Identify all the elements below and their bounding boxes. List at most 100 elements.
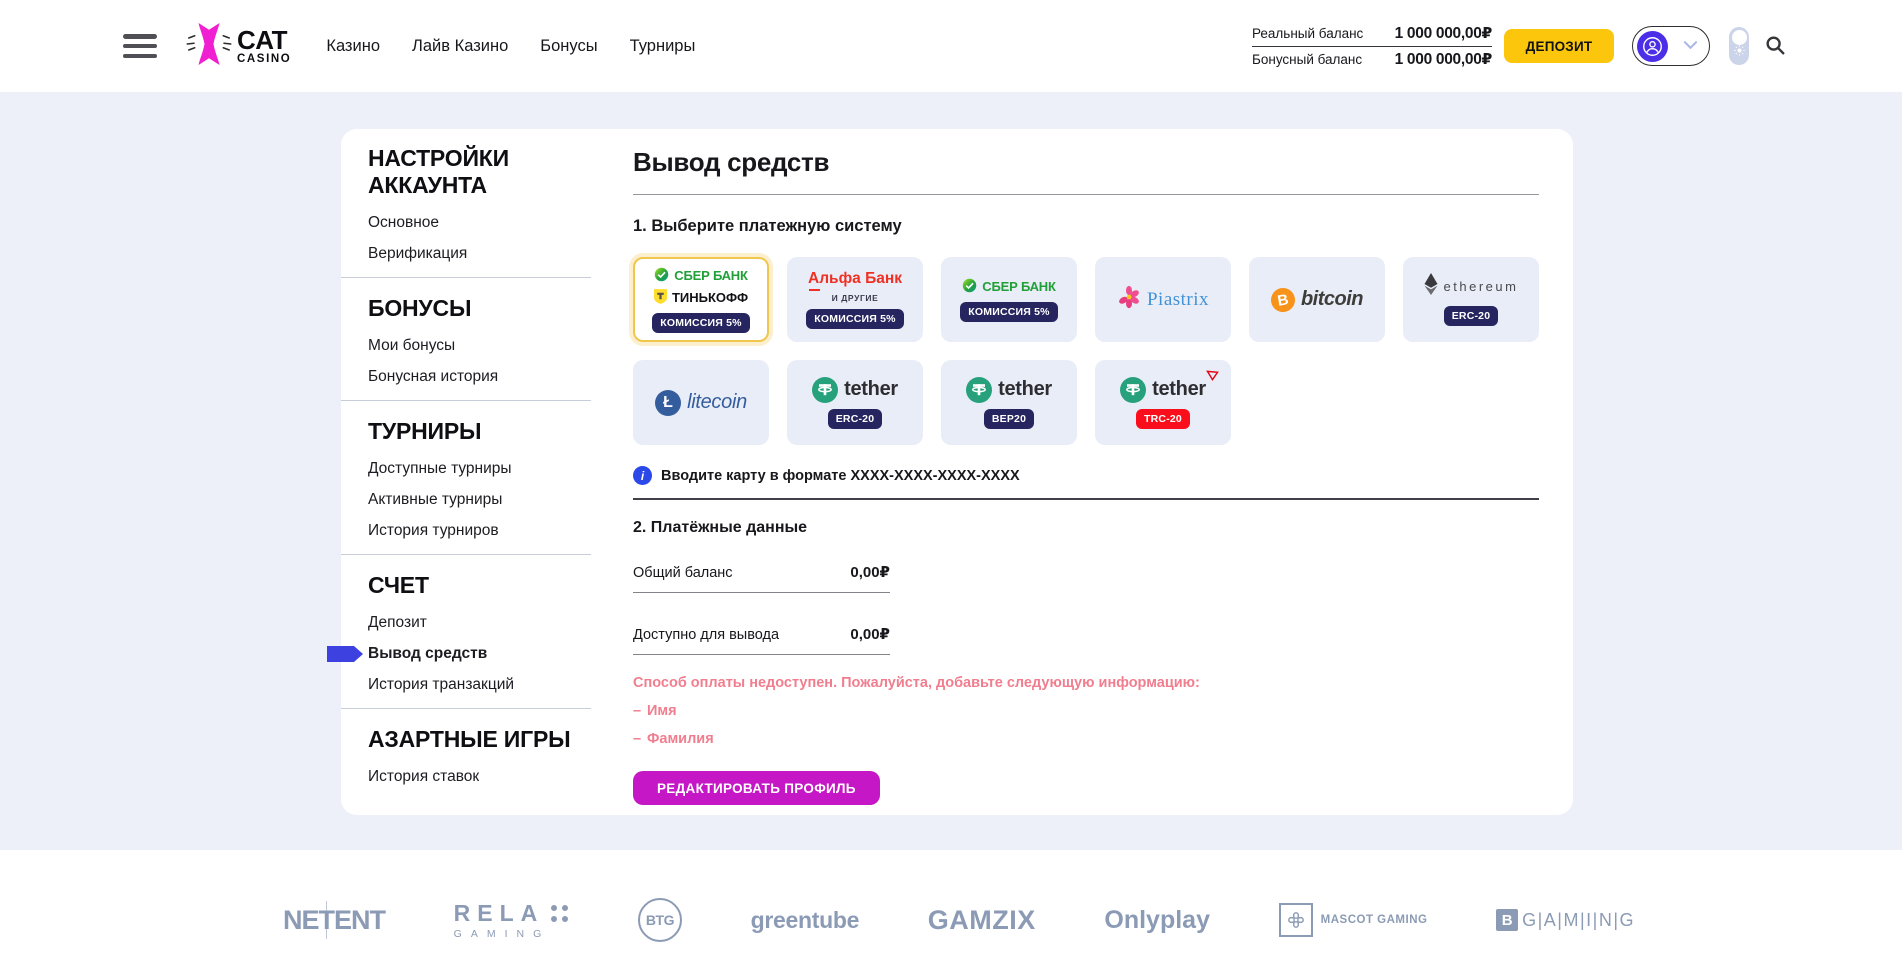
provider-logo-btg: BTG (638, 898, 682, 942)
payment-tile-bitcoin[interactable]: B bitcoin (1249, 257, 1385, 342)
network-badge: ERC-20 (1444, 306, 1499, 326)
cat-logo-icon (185, 20, 233, 73)
sidebar-section-title-account: СЧЕТ (368, 572, 603, 599)
sidebar-divider (341, 554, 591, 555)
provider-logo-greentube: greentube (751, 907, 859, 934)
sidebar-section-title-gambling: АЗАРТНЫЕ ИГРЫ (368, 726, 603, 753)
relax-dots-icon (551, 905, 569, 923)
deposit-button[interactable]: ДЕПОЗИТ (1504, 29, 1614, 63)
total-balance-label: Общий баланс (633, 565, 733, 581)
menu-button[interactable] (123, 34, 157, 58)
payment-unavailable-warning: Способ оплаты недоступен. Пожалуйста, до… (633, 675, 1539, 747)
card-format-text: Вводите карту в формате XXXX-XXXX-XXXX-X… (661, 468, 1020, 484)
litecoin-label: litecoin (687, 391, 747, 414)
total-balance-value: 0,00₽ (850, 563, 890, 581)
sidebar-item-active-tournaments[interactable]: Активные турниры (368, 493, 603, 507)
sber-check-icon (962, 278, 977, 296)
nav-item-live-casino[interactable]: Лайв Казино (412, 37, 508, 56)
page-title: Вывод средств (633, 148, 1539, 176)
sidebar-section-title-settings: НАСТРОЙКИ АККАУНТА (368, 145, 603, 199)
sidebar-item-bonus-history[interactable]: Бонусная история (368, 370, 603, 384)
alfa-bank-label: Альфа Банк (808, 270, 902, 288)
tether-label: tether (998, 378, 1052, 401)
network-badge: BEP20 (984, 409, 1034, 429)
real-balance-label: Реальный баланс (1252, 26, 1363, 41)
account-card: НАСТРОЙКИ АККАУНТА Основное Верификация … (341, 129, 1573, 815)
payment-tile-sber-tinkoff[interactable]: СБЕР БАНК ТИНЬКОФФ КОМИССИЯ 5% (633, 257, 769, 342)
payment-tile-alfa-bank[interactable]: Альфа Банк И ДРУГИЕ КОМИССИЯ 5% (787, 257, 923, 342)
payment-tile-tether-bep20[interactable]: tether BEP20 (941, 360, 1077, 445)
network-badge: TRC-20 (1136, 409, 1190, 429)
sidebar-item-my-bonuses[interactable]: Мои бонусы (368, 339, 603, 353)
sidebar-divider (341, 277, 591, 278)
tinkoff-label: ТИНЬКОФФ (672, 290, 748, 305)
payment-tile-sber-bank[interactable]: СБЕР БАНК КОМИССИЯ 5% (941, 257, 1077, 342)
sidebar-item-main[interactable]: Основное (368, 216, 603, 230)
sber-check-icon (654, 267, 669, 285)
nav-item-casino[interactable]: Казино (326, 37, 380, 56)
brand-sub: CASINO (237, 54, 291, 66)
commission-badge: КОМИССИЯ 5% (806, 309, 903, 329)
sidebar-item-withdrawal[interactable]: Вывод средств (368, 647, 603, 661)
bitcoin-icon: B (1269, 286, 1297, 314)
step2-label: 2. Платёжные данные (633, 519, 1539, 537)
provider-logo-bgaming: B G|A|M|I|N|G (1496, 909, 1635, 931)
search-icon (1764, 34, 1786, 59)
bitcoin-label: bitcoin (1301, 288, 1363, 311)
edit-profile-button[interactable]: РЕДАКТИРОВАТЬ ПРОФИЛЬ (633, 771, 880, 805)
brand-name: CAT (237, 27, 291, 53)
provider-logo-gamzix: GAMZIX (928, 905, 1036, 936)
tether-icon (812, 377, 838, 403)
real-balance-value: 1 000 000,00₽ (1395, 24, 1492, 43)
sidebar-item-bet-history[interactable]: История ставок (368, 770, 603, 784)
section-divider (633, 498, 1539, 500)
available-balance-value: 0,00₽ (850, 625, 890, 643)
provider-logo-mascot-gaming: MASCOT GAMING (1279, 903, 1428, 937)
mascot-emblem-icon (1279, 903, 1313, 937)
search-button[interactable] (1764, 34, 1786, 59)
payment-tile-tether-trc20[interactable]: tether TRC-20 (1095, 360, 1231, 445)
active-item-arrow-icon (327, 646, 363, 665)
sber-label: СБЕР БАНК (674, 268, 747, 283)
sidebar-item-tournament-history[interactable]: История турниров (368, 524, 603, 538)
sidebar-section-title-tournaments: ТУРНИРЫ (368, 418, 603, 445)
network-badge: ERC-20 (828, 409, 883, 429)
theme-toggle[interactable] (1729, 27, 1749, 65)
nav-item-bonuses[interactable]: Бонусы (540, 37, 597, 56)
info-icon (633, 466, 652, 485)
account-menu[interactable] (1632, 26, 1710, 66)
logo[interactable]: CAT CASINO (185, 20, 291, 73)
payment-tile-tether-erc20[interactable]: tether ERC-20 (787, 360, 923, 445)
payment-tile-litecoin[interactable]: Ł litecoin (633, 360, 769, 445)
warning-item-first-name: Имя (633, 703, 1539, 719)
sidebar-item-transaction-history[interactable]: История транзакций (368, 678, 603, 692)
sidebar-item-verification[interactable]: Верификация (368, 247, 603, 261)
provider-logo-netent: NETENT (283, 905, 385, 936)
real-balance-row: Реальный баланс 1 000 000,00₽ (1252, 21, 1492, 46)
commission-badge: КОМИССИЯ 5% (960, 302, 1057, 322)
provider-logo-relax-gaming: RELA GAMING (454, 900, 570, 940)
main-area: НАСТРОЙКИ АККАУНТА Основное Верификация … (0, 92, 1902, 850)
account-sidebar: НАСТРОЙКИ АККАУНТА Основное Верификация … (341, 129, 633, 815)
sidebar-item-deposit[interactable]: Депозит (368, 616, 603, 630)
tether-icon (966, 377, 992, 403)
sun-icon (1734, 43, 1745, 61)
step1-label: 1. Выберите платежную систему (633, 217, 1539, 236)
tether-icon (1120, 377, 1146, 403)
bonus-balance-row: Бонусный баланс 1 000 000,00₽ (1252, 47, 1492, 72)
avatar (1637, 31, 1668, 62)
tron-icon (1206, 368, 1219, 386)
warning-item-last-name: Фамилия (633, 731, 1539, 747)
sidebar-item-available-tournaments[interactable]: Доступные турниры (368, 462, 603, 476)
payment-tile-piastrix[interactable]: Piastrix (1095, 257, 1231, 342)
providers-footer: NETENT RELA GAMING BTG greentube GAMZIX … (0, 850, 1902, 954)
balance-block: Реальный баланс 1 000 000,00₽ Бонусный б… (1252, 21, 1492, 72)
total-balance-row: Общий баланс 0,00₽ (633, 563, 890, 593)
ethereum-label: ethereum (1444, 279, 1519, 294)
bonus-balance-value: 1 000 000,00₽ (1395, 50, 1492, 69)
payment-tile-ethereum[interactable]: ethereum ERC-20 (1403, 257, 1539, 342)
sidebar-divider (341, 708, 591, 709)
litecoin-icon: Ł (655, 390, 681, 416)
nav-item-tournaments[interactable]: Турниры (630, 37, 696, 56)
piastrix-flower-icon (1117, 285, 1141, 314)
